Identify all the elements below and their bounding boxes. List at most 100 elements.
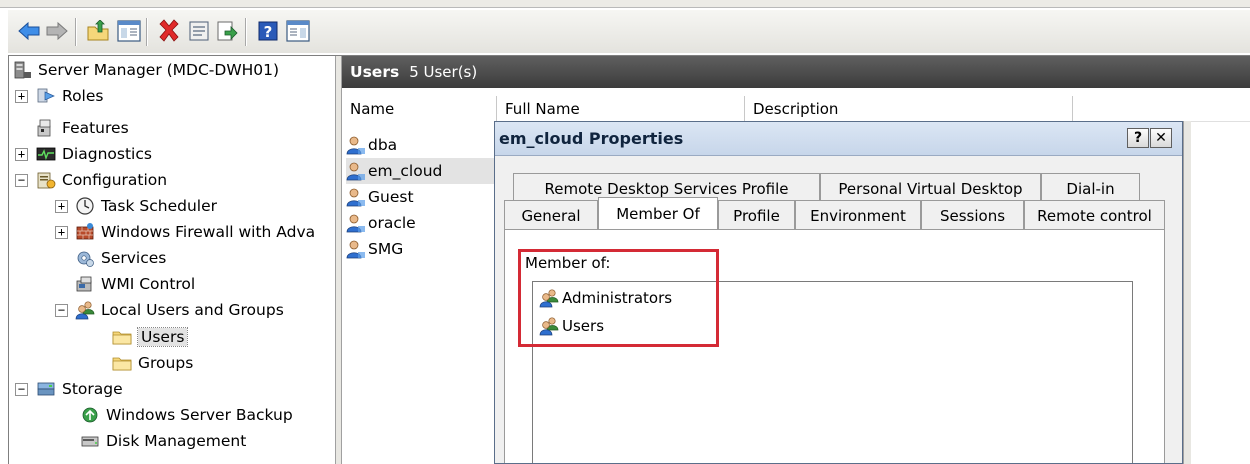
user-icon: [346, 135, 366, 155]
user-row-selected[interactable]: em_cloud: [346, 158, 496, 184]
tree-item-features[interactable]: Features: [36, 115, 129, 141]
list-item-group[interactable]: Users: [539, 314, 604, 338]
results-pane-edge: [1183, 121, 1191, 464]
configuration-icon: [36, 170, 56, 190]
tab-remote-control[interactable]: Remote control: [1024, 200, 1165, 230]
server-icon: [12, 60, 32, 80]
column-header-full-name[interactable]: Full Name: [497, 96, 745, 122]
tree-item-diagnostics[interactable]: Diagnostics: [36, 141, 152, 167]
tree-item-label: Roles: [62, 87, 104, 105]
tab-dial-in[interactable]: Dial-in: [1041, 173, 1140, 203]
dialog-title-bar[interactable]: em_cloud Properties: [495, 122, 1182, 156]
features-icon: [36, 118, 56, 138]
properties-dialog: em_cloud Properties ? ✕ Remote Desktop S…: [494, 121, 1183, 464]
group-icon: [539, 316, 559, 336]
show-hide-tree-icon[interactable]: [116, 18, 142, 44]
users-group-icon: [75, 300, 95, 320]
folder-icon: [112, 327, 132, 347]
tree-item-services[interactable]: Services: [75, 245, 166, 271]
backup-icon: [80, 405, 100, 425]
tree-item-label: Groups: [138, 354, 194, 372]
tree-item-label: Disk Management: [106, 432, 247, 450]
toolbar-separator: [146, 18, 148, 46]
expand-icon[interactable]: +: [55, 200, 68, 213]
delete-icon[interactable]: [156, 18, 182, 44]
tree-item-users[interactable]: Users: [112, 324, 189, 350]
results-count: 5 User(s): [409, 63, 478, 81]
storage-icon: [36, 379, 56, 399]
list-item-group[interactable]: Administrators: [539, 286, 672, 310]
window-top-edge: [0, 0, 1250, 8]
tree-item-groups[interactable]: Groups: [112, 350, 193, 376]
tree-item-label: Server Manager (MDC-DWH01): [38, 61, 280, 79]
collapse-icon[interactable]: −: [15, 174, 28, 187]
tree-item-local-users-groups[interactable]: Local Users and Groups: [75, 297, 284, 323]
guest-user-icon: [346, 187, 366, 207]
tree-item-task-scheduler[interactable]: Task Scheduler: [75, 193, 217, 219]
member-of-label: Member of:: [525, 254, 611, 272]
back-icon[interactable]: [16, 18, 42, 44]
results-header: Users 5 User(s): [342, 56, 1250, 88]
tree-item-server-manager[interactable]: Server Manager (MDC-DWH01): [12, 57, 279, 83]
tree-item-label: WMI Control: [101, 275, 196, 293]
folder-icon: [112, 353, 132, 373]
results-title: Users: [350, 63, 400, 81]
user-row[interactable]: oracle: [346, 210, 496, 236]
user-icon: [346, 161, 366, 181]
tree-item-label: Local Users and Groups: [101, 301, 284, 319]
clock-icon: [75, 196, 95, 216]
toolbar-separator: [245, 18, 247, 46]
wmi-icon: [75, 274, 95, 294]
tab-personal-virtual-desktop[interactable]: Personal Virtual Desktop: [820, 173, 1041, 203]
tree-item-storage[interactable]: Storage: [36, 376, 123, 402]
close-button[interactable]: ✕: [1150, 128, 1172, 148]
tree-item-label: Configuration: [62, 171, 168, 189]
tree-item-label: Windows Firewall with Adva: [101, 223, 316, 241]
up-folder-icon[interactable]: [85, 18, 111, 44]
console-tree[interactable]: Server Manager (MDC-DWH01) + Roles Featu…: [9, 56, 336, 464]
user-icon: [346, 213, 366, 233]
tree-item-windows-firewall[interactable]: Windows Firewall with Adva: [75, 219, 315, 245]
tab-member-of[interactable]: Member Of: [598, 197, 718, 229]
properties-icon[interactable]: [186, 18, 212, 44]
close-icon: ✕: [1155, 130, 1167, 146]
group-icon: [539, 288, 559, 308]
column-header-name[interactable]: Name: [342, 96, 497, 122]
help-icon[interactable]: ?: [255, 18, 281, 44]
tree-item-roles[interactable]: Roles: [36, 83, 103, 109]
help-button[interactable]: ?: [1127, 128, 1149, 148]
diagnostics-icon: [36, 144, 56, 164]
tree-item-label: Users: [136, 327, 189, 347]
tab-environment[interactable]: Environment: [795, 200, 921, 230]
expand-icon[interactable]: +: [15, 148, 28, 161]
forward-icon[interactable]: [44, 18, 70, 44]
user-row[interactable]: Guest: [346, 184, 496, 210]
expand-icon[interactable]: +: [55, 226, 68, 239]
tab-sessions[interactable]: Sessions: [921, 200, 1024, 230]
user-row[interactable]: dba: [346, 132, 496, 158]
toolbar-separator: [75, 18, 77, 46]
tree-item-wmi-control[interactable]: WMI Control: [75, 271, 195, 297]
expand-icon[interactable]: +: [15, 90, 28, 103]
tree-item-configuration[interactable]: Configuration: [36, 167, 167, 193]
toolbar: ?: [8, 9, 1250, 53]
user-row[interactable]: SMG: [346, 236, 496, 262]
tree-item-disk-management[interactable]: Disk Management: [80, 428, 246, 454]
svg-text:?: ?: [264, 23, 273, 41]
tree-item-windows-server-backup[interactable]: Windows Server Backup: [80, 402, 293, 428]
disk-icon: [80, 431, 100, 451]
collapse-icon[interactable]: −: [55, 304, 68, 317]
tree-item-label: Windows Server Backup: [106, 406, 293, 424]
column-header-description[interactable]: Description: [745, 96, 1073, 122]
tree-item-label: Task Scheduler: [101, 197, 217, 215]
roles-icon: [36, 86, 56, 106]
group-membership-list[interactable]: Administrators Users: [532, 281, 1133, 463]
show-hide-action-pane-icon[interactable]: [285, 18, 311, 44]
tab-general[interactable]: General: [504, 200, 598, 230]
tree-item-label: Diagnostics: [62, 145, 152, 163]
export-list-icon[interactable]: [214, 18, 240, 44]
tab-profile[interactable]: Profile: [718, 200, 795, 230]
collapse-icon[interactable]: −: [15, 383, 28, 396]
dialog-title: em_cloud Properties: [499, 129, 684, 148]
tree-item-label: Features: [62, 119, 129, 137]
